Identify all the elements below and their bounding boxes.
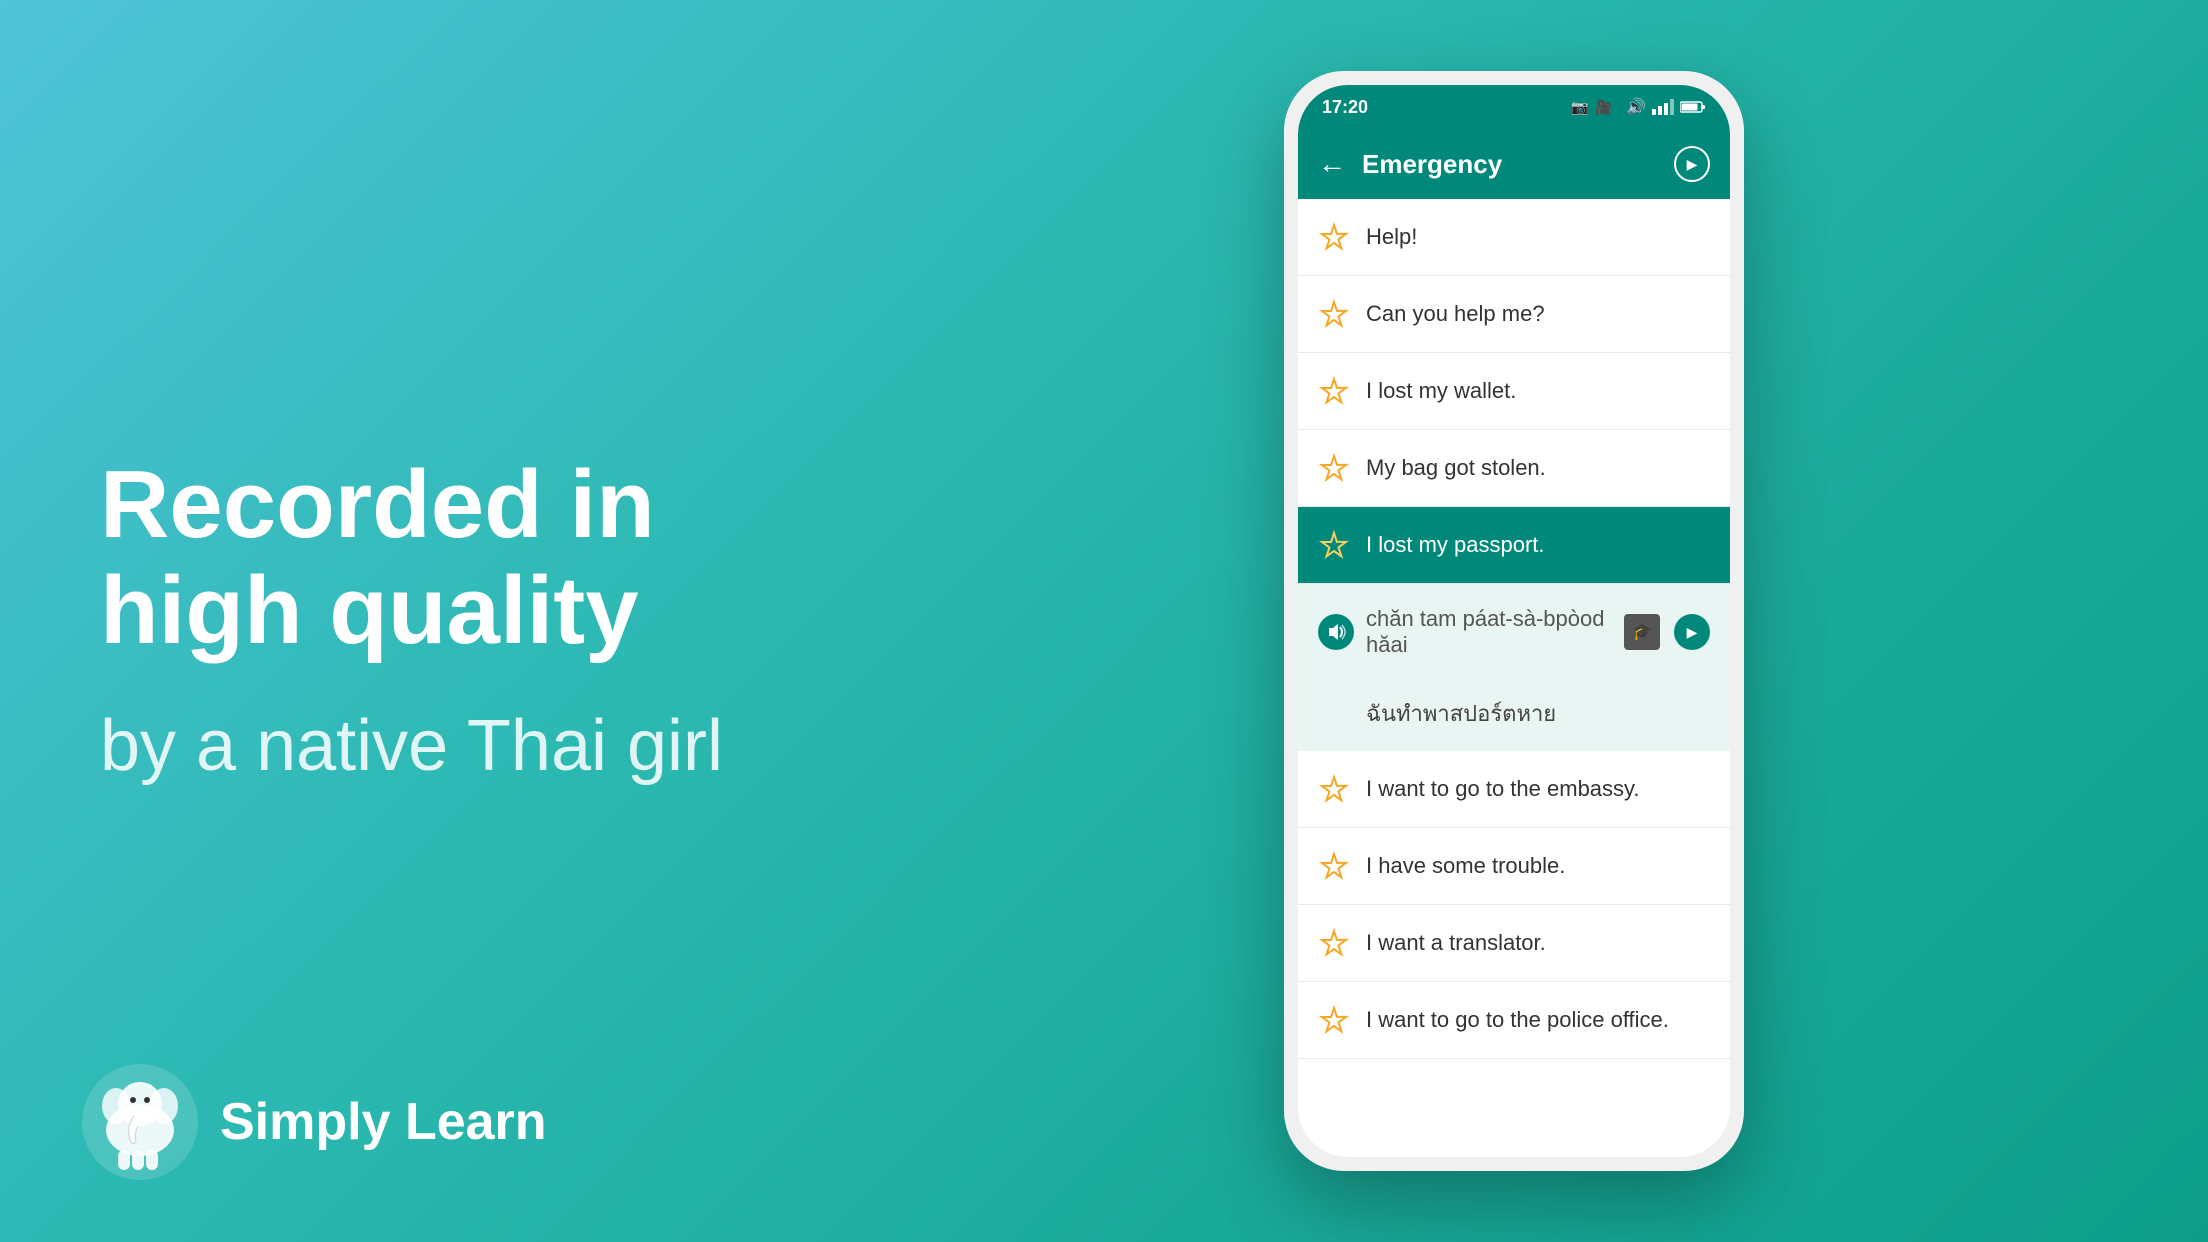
star-icon (1318, 375, 1350, 407)
star-icon (1318, 927, 1350, 959)
phrase-text: I lost my wallet. (1366, 378, 1516, 404)
pronunciation-text: chăn tam páat-sà-bpòod hăai (1366, 606, 1624, 658)
phrase-text: Can you help me? (1366, 301, 1545, 327)
app-header: ← Emergency ▶ (1298, 129, 1730, 199)
list-item[interactable]: I want a translator. (1298, 905, 1730, 982)
list-item[interactable]: My bag got stolen. (1298, 430, 1730, 507)
phrase-text: I want to go to the embassy. (1366, 776, 1640, 802)
battery-icon (1680, 100, 1706, 114)
volume-icon: 🔊 (1626, 97, 1646, 117)
phrases-list[interactable]: Help! Can you help me? I lost my wallet. (1298, 199, 1730, 1157)
subtitle: by a native Thai girl (100, 703, 723, 789)
status-time: 17:20 (1322, 97, 1368, 118)
phrase-text: I have some trouble. (1366, 853, 1565, 879)
star-icon (1318, 298, 1350, 330)
left-panel: Recorded in high quality by a native Tha… (0, 0, 820, 1242)
list-item[interactable]: I lost my wallet. (1298, 353, 1730, 430)
learn-icon[interactable]: 🎓 (1624, 614, 1660, 650)
phrase-text: I want to go to the police office. (1366, 1007, 1669, 1033)
star-icon (1318, 1004, 1350, 1036)
speaker-icon[interactable] (1318, 614, 1354, 650)
right-panel: 17:20 📷 🎥 🔊 (820, 0, 2208, 1242)
star-icon (1318, 850, 1350, 882)
main-title: Recorded in high quality (100, 452, 655, 663)
star-icon-active (1318, 529, 1350, 561)
star-icon (1318, 221, 1350, 253)
star-icon (1318, 452, 1350, 484)
play-all-button[interactable]: ▶ (1674, 146, 1710, 182)
phrase-text: I want a translator. (1366, 930, 1546, 956)
signal-icon (1652, 99, 1674, 115)
list-item[interactable]: I want to go to the embassy. (1298, 751, 1730, 828)
list-item-active[interactable]: I lost my passport. (1298, 507, 1730, 584)
action-icons: 🎓 ▶ (1624, 614, 1710, 650)
logo-area: Simply Learn (80, 1062, 547, 1182)
thai-text: ฉันทำพาสปอร์ตหาย (1298, 680, 1730, 751)
logo-text: Simply Learn (220, 1092, 547, 1152)
camera-icon: 📷 (1571, 99, 1588, 116)
header-title: Emergency (1362, 149, 1674, 180)
elephant-logo-icon (80, 1062, 200, 1182)
status-icons: 📷 🎥 🔊 (1571, 97, 1706, 117)
phone-screen: 17:20 📷 🎥 🔊 (1298, 85, 1730, 1157)
phrase-text: My bag got stolen. (1366, 455, 1546, 481)
volume-icon (1326, 622, 1346, 642)
list-item[interactable]: Help! (1298, 199, 1730, 276)
list-item[interactable]: Can you help me? (1298, 276, 1730, 353)
status-bar: 17:20 📷 🎥 🔊 (1298, 85, 1730, 129)
list-item[interactable]: I want to go to the police office. (1298, 982, 1730, 1059)
video-icon: 🎥 (1595, 99, 1612, 116)
expanded-phrase-item: chăn tam páat-sà-bpòod hăai 🎓 ▶ (1298, 584, 1730, 751)
back-button[interactable]: ← (1318, 148, 1346, 180)
phone-mockup: 17:20 📷 🎥 🔊 (1284, 71, 1744, 1171)
list-item[interactable]: I have some trouble. (1298, 828, 1730, 905)
star-icon (1318, 773, 1350, 805)
phrase-text: Help! (1366, 224, 1417, 250)
pronunciation-main-row: chăn tam páat-sà-bpòod hăai 🎓 ▶ (1298, 584, 1730, 680)
phrase-text-active: I lost my passport. (1366, 532, 1545, 558)
play-icon[interactable]: ▶ (1674, 614, 1710, 650)
